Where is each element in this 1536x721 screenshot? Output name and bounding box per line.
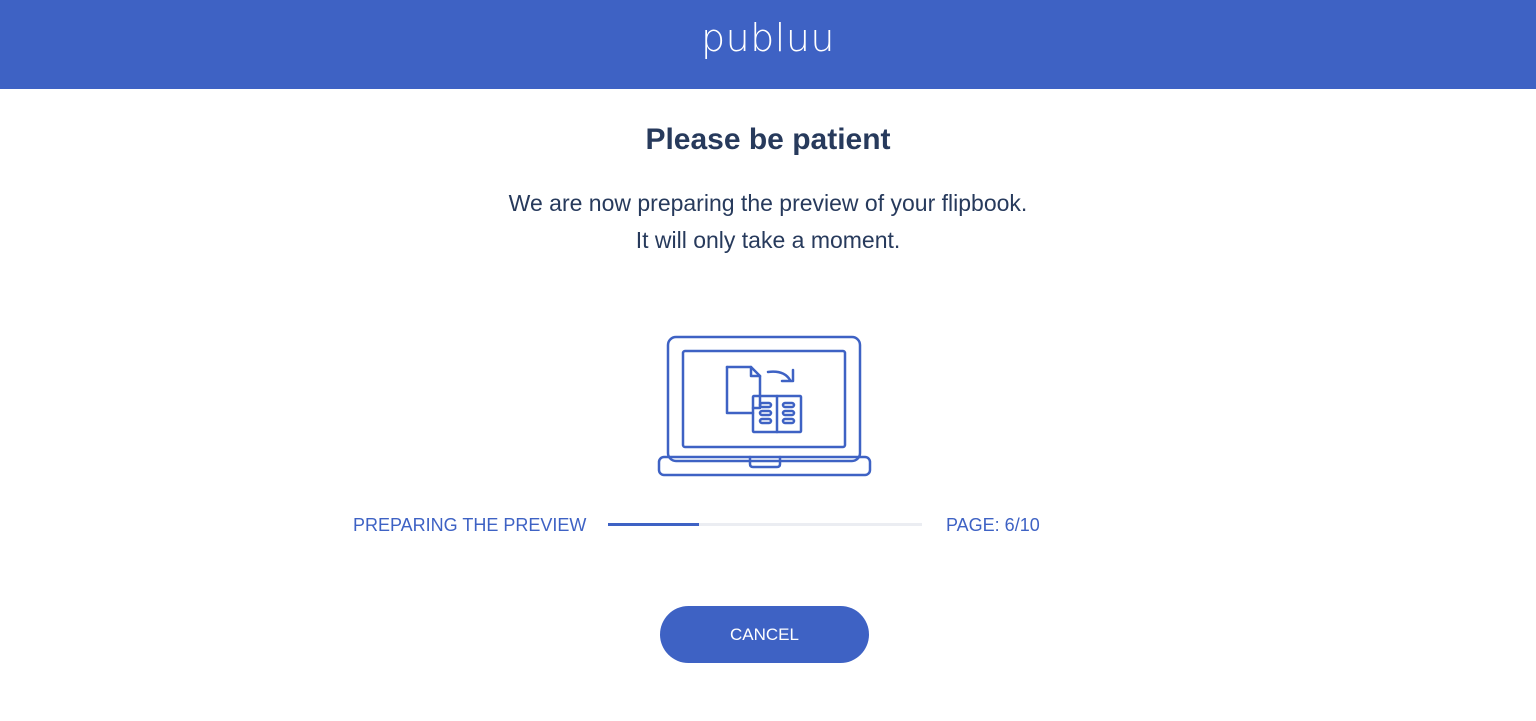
- subtitle-line-2: It will only take a moment.: [635, 227, 901, 253]
- progress-status-label: PREPARING THE PREVIEW: [353, 515, 587, 535]
- top-header: publuu: [0, 0, 1536, 89]
- subtitle-line-1: We are now preparing the preview of your…: [508, 190, 1028, 216]
- laptop-flipbook-icon: [657, 335, 872, 477]
- page-title: Please be patient: [645, 123, 891, 156]
- cancel-button[interactable]: CANCEL: [660, 606, 869, 663]
- publuu-logo: publuu: [700, 16, 836, 60]
- progress-bar-fill: [608, 523, 700, 526]
- page-counter: PAGE: 6/10: [946, 515, 1040, 535]
- progress-bar: [608, 523, 922, 526]
